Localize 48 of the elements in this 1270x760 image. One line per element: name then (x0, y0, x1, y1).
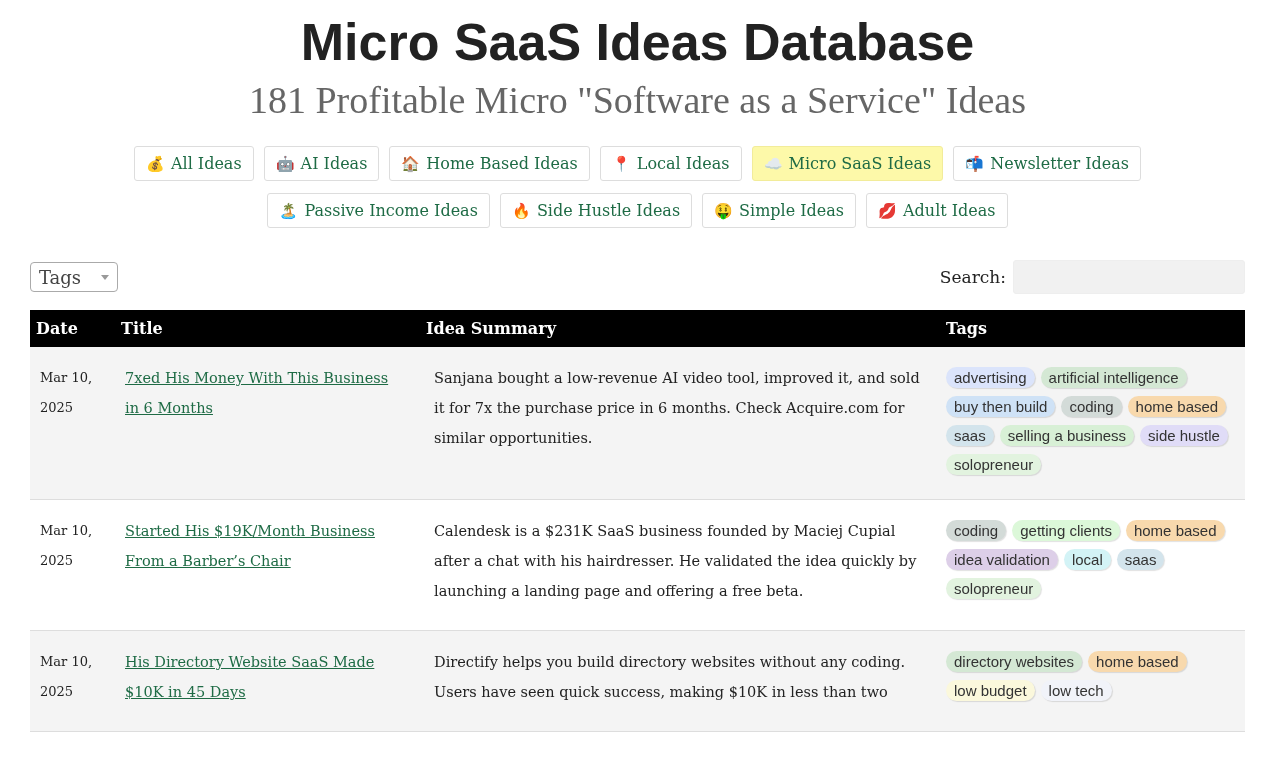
tag-label: home based (1127, 396, 1227, 417)
category-button[interactable]: 🔥 Side Hustle Ideas (499, 193, 693, 228)
tag-label: idea validation (946, 549, 1058, 570)
column-header: Date (35, 319, 79, 338)
tag-label: low tech (1040, 680, 1112, 701)
tag-label: side hustle (1140, 425, 1228, 446)
tag-label: buy then build (946, 396, 1056, 417)
tag-label: solopreneur (946, 578, 1042, 599)
column-header: Tags (945, 319, 988, 338)
idea-title-link[interactable]: His Directory Website SaaS Made $10K in 45 Days (125, 647, 400, 707)
category-button[interactable]: 🤖 AI Ideas (263, 146, 380, 181)
idea-title-link[interactable]: Started His $19K/Month Business From a Barber’s Chair (125, 516, 400, 576)
column-header: Title (120, 319, 164, 338)
category-button[interactable]: ☁ Micro SaaS Ideas (751, 146, 944, 181)
tag-label: coding (946, 520, 1007, 541)
tag-label: getting clients (1012, 520, 1120, 541)
summary-cell-text: Sanjana bought a low-revenue AI video tool, improved it, and sold it for 7x the purchase price in 6 months. Check Acquire.com for similar opportunities. (433, 369, 921, 448)
tag-label: advertising (946, 367, 1035, 388)
tag-label: low budget (946, 680, 1035, 701)
tag-label: home based (1088, 651, 1187, 672)
caret-icon (101, 274, 109, 280)
date-cell-text: Mar 10, 2025 (39, 522, 94, 570)
category-button[interactable]: 📬 Newsletter Ideas (953, 146, 1142, 181)
idea-title-link[interactable]: 7xed His Money With This Business in 6 Months (125, 363, 400, 423)
category-button[interactable]: 🏠 Home Based Ideas (389, 146, 590, 181)
column-header: Idea Summary (425, 319, 558, 338)
category-button[interactable]: 💰 All Ideas (133, 146, 254, 181)
page-title: Micro SaaS Ideas Database (299, 12, 976, 72)
tag-label: artificial intelligence (1040, 367, 1187, 388)
tag-label: selling a business (999, 425, 1135, 446)
tags-select[interactable]: Tags (30, 262, 118, 292)
tag-label: saas (1116, 549, 1165, 570)
category-button[interactable]: 📍 Local Ideas (599, 146, 742, 181)
summary-cell-text: Calendesk is a $231K SaaS business founded by Maciej Cupial after a chat with his hairdresser. He validated the idea quickly by launching a landing page and offering a free beta. (433, 522, 918, 601)
tag-label: directory websites (946, 651, 1083, 672)
tag-label: solopreneur (946, 454, 1042, 475)
page-subtitle: 181 Profitable Micro "Software as a Service" Ideas (247, 78, 1028, 122)
search-label: Search: (939, 267, 1006, 287)
category-button[interactable]: 🏝 Passive Income Ideas (267, 193, 490, 228)
category-button[interactable]: 💋 Adult Ideas (866, 193, 1008, 228)
date-cell-text: Mar 10, 2025 (39, 369, 94, 417)
tag-label: local (1063, 549, 1111, 570)
tag-label: saas (946, 425, 994, 446)
category-button[interactable]: 🤑 Simple Ideas (702, 193, 857, 228)
summary-cell-text: Directify helps you build directory websites without any coding. Users have seen quick success, making $10K in less than two (433, 653, 907, 702)
date-cell-text: Mar 10, 2025 (39, 653, 94, 701)
tag-label: coding (1061, 396, 1122, 417)
tag-label: home based (1125, 520, 1225, 541)
